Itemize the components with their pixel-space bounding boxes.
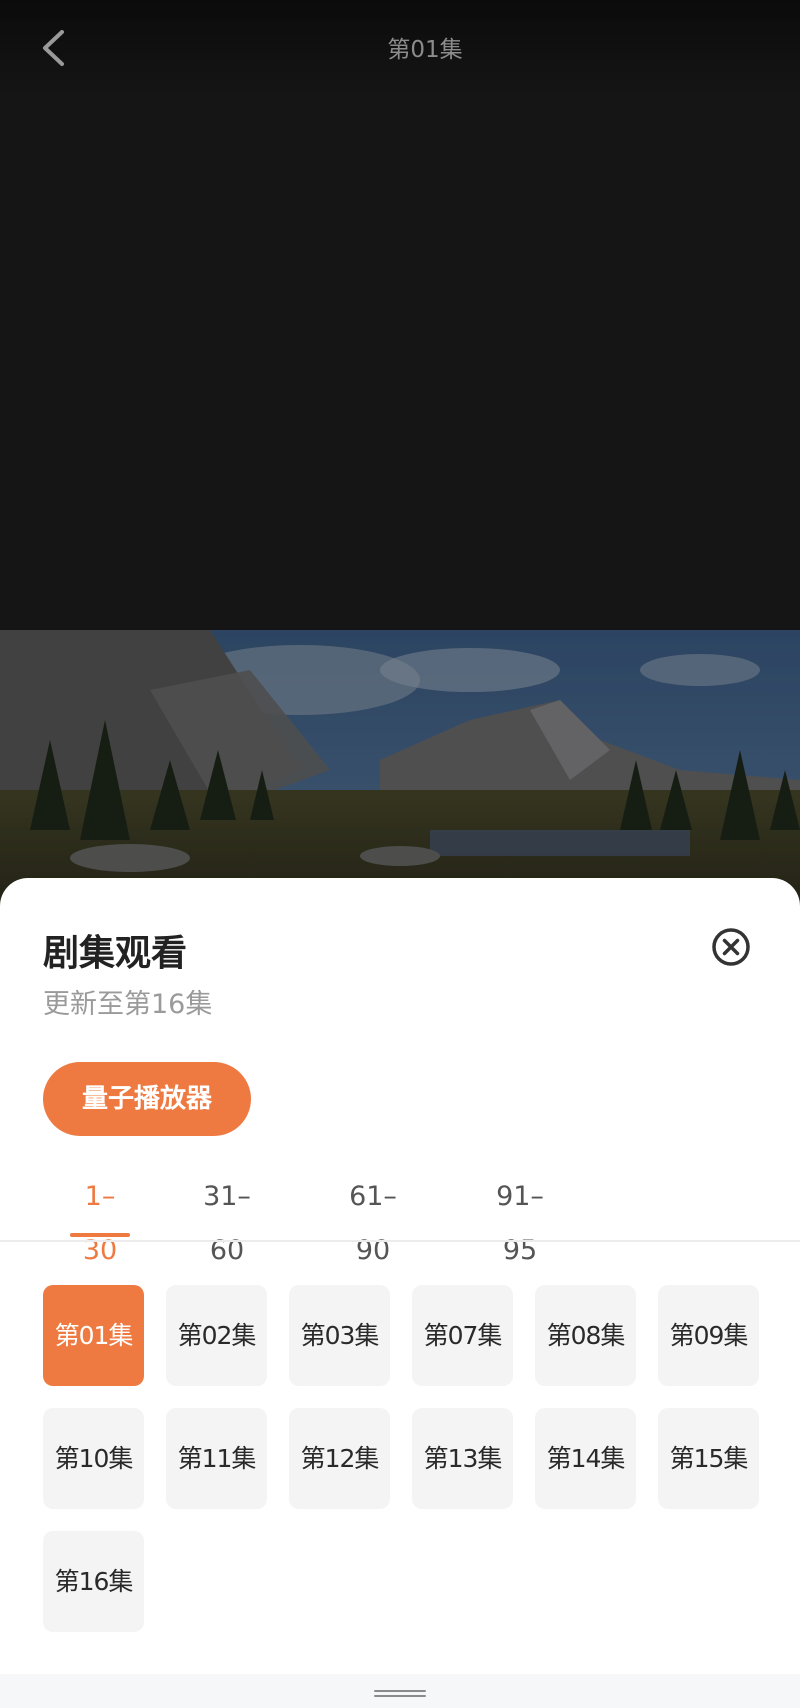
edge-strip [800,0,804,1708]
player-source-button[interactable]: 量子播放器 [43,1062,251,1136]
home-indicator-bar [0,1674,800,1708]
episode-button[interactable]: 第11集 [166,1408,267,1509]
tab-range-label: 1–30 [82,1181,118,1266]
tab-range-2[interactable]: 31–60 [190,1170,264,1266]
episode-button[interactable]: 第09集 [658,1285,759,1386]
episode-range-tabs: 1–30 31–60 61–90 91–95 [0,1170,800,1266]
episode-button[interactable]: 第08集 [535,1285,636,1386]
episode-bottom-sheet: 剧集观看 更新至第16集 量子播放器 1–30 31–60 61–90 91–95 第… [0,878,800,1708]
video-top-bar: 第01集 [0,0,800,96]
episode-button[interactable]: 第02集 [166,1285,267,1386]
tab-range-4[interactable]: 91–95 [480,1170,560,1266]
tab-range-1[interactable]: 1–30 [70,1170,130,1266]
episode-button[interactable]: 第13集 [412,1408,513,1509]
tab-range-label: 91–95 [496,1181,544,1266]
tab-range-3[interactable]: 61–90 [333,1170,413,1266]
tab-range-label: 31–60 [203,1181,251,1266]
video-title: 第01集 [387,37,463,63]
episode-button[interactable]: 第01集 [43,1285,144,1386]
drag-handle-icon[interactable] [374,1690,426,1697]
sheet-title: 剧集观看 [43,933,188,974]
episode-button[interactable]: 第16集 [43,1531,144,1632]
update-status: 更新至第16集 [43,989,213,1020]
active-tab-indicator [70,1233,130,1237]
episode-button[interactable]: 第15集 [658,1408,759,1509]
close-button[interactable] [710,926,752,968]
tabs-divider [0,1240,800,1242]
close-circle-icon [712,928,750,966]
app-screen: 第01集 剧集观看 更新至第16集 量子播放器 1–30 31–60 61–90… [0,0,800,1708]
episode-button[interactable]: 第12集 [289,1408,390,1509]
episode-button[interactable]: 第14集 [535,1408,636,1509]
tab-range-label: 61–90 [349,1181,397,1266]
episode-button[interactable]: 第07集 [412,1285,513,1386]
episode-button[interactable]: 第03集 [289,1285,390,1386]
episode-button[interactable]: 第10集 [43,1408,144,1509]
video-player[interactable]: 第01集 [0,0,800,630]
